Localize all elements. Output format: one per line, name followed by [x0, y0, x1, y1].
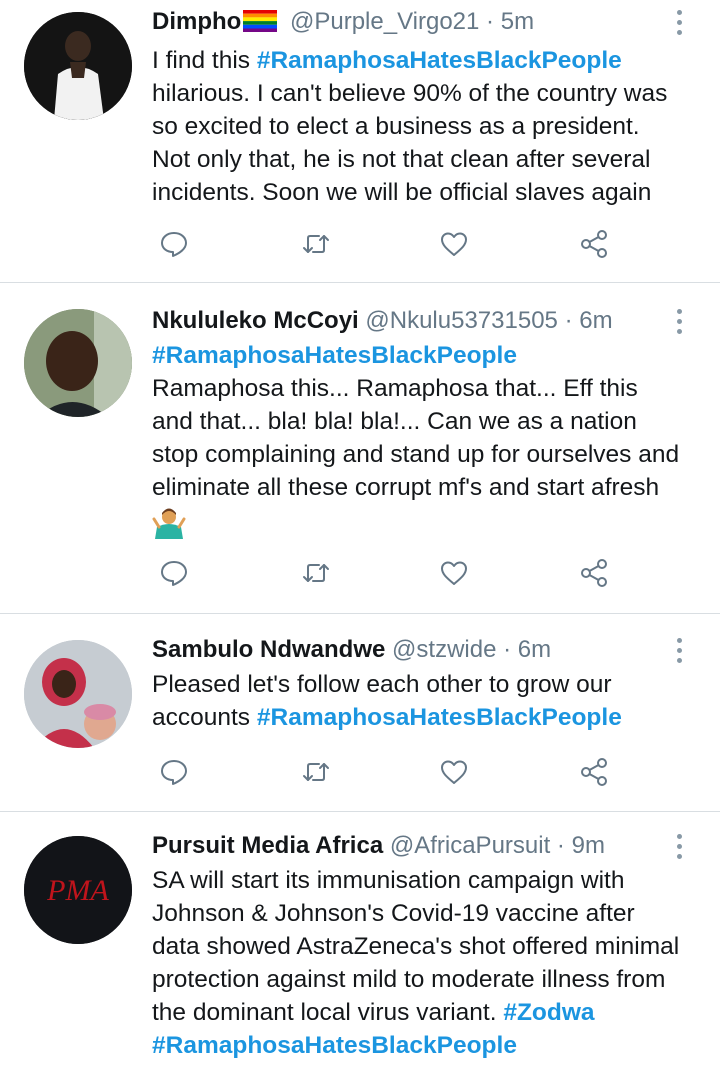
tweet-text: SA will start its immunisation campaign … [152, 864, 680, 1062]
avatar[interactable] [24, 12, 132, 120]
hashtag-link[interactable]: #RamaphosaHatesBlackPeople [257, 47, 622, 74]
tweet-header: Sambulo Ndwandwe @stzwide · 6m [152, 634, 680, 666]
profile-photo [24, 12, 132, 120]
author-handle[interactable]: @stzwide [392, 636, 496, 663]
retweet-icon[interactable] [296, 224, 336, 264]
hashtag-link[interactable]: #RamaphosaHatesBlackPeople [152, 342, 517, 369]
tweet[interactable]: PMA Pursuit Media Africa @AfricaPursuit … [0, 812, 720, 1067]
separator-dot: · [486, 8, 495, 35]
retweet-icon[interactable] [296, 752, 336, 792]
tweet-actions [152, 224, 632, 264]
svg-text:PMA: PMA [46, 874, 109, 907]
share-icon[interactable] [574, 553, 614, 593]
hashtag-link[interactable]: #Zodwa [503, 999, 594, 1026]
share-icon[interactable] [574, 752, 614, 792]
retweet-icon[interactable] [296, 553, 336, 593]
timestamp[interactable]: 6m [518, 636, 551, 663]
avatar[interactable] [24, 640, 132, 748]
tweet-text: I find this #RamaphosaHatesBlackPeople h… [152, 44, 680, 209]
tweet-actions [152, 553, 632, 593]
tweet-text: Pleased let's follow each other to grow … [152, 668, 680, 734]
tweet[interactable]: Sambulo Ndwandwe @stzwide · 6m Pleased l… [0, 614, 720, 812]
pma-logo: PMA [24, 836, 132, 944]
reply-icon[interactable] [154, 752, 194, 792]
tweet-header: Dimpho @Purple_Virgo21 · 5m [152, 6, 680, 38]
author-handle[interactable]: @AfricaPursuit [390, 832, 550, 859]
author-name[interactable]: Sambulo Ndwandwe [152, 636, 385, 663]
separator-dot: · [556, 832, 565, 859]
tweet[interactable]: Dimpho @Purple_Virgo21 · 5m I find this … [0, 0, 720, 283]
rainbow-flag-icon [243, 10, 278, 32]
separator-dot: · [503, 636, 512, 663]
more-options-icon[interactable] [672, 10, 686, 35]
tweet-actions [152, 752, 632, 792]
avatar[interactable]: PMA [24, 836, 132, 944]
timestamp[interactable]: 9m [572, 832, 605, 859]
more-options-icon[interactable] [672, 309, 686, 334]
tweet[interactable]: Nkululeko McCoyi @Nkulu53731505 · 6m #Ra… [0, 283, 720, 614]
text-segment: Ramaphosa this... Ramaphosa that... Eff … [152, 375, 686, 501]
timestamp[interactable]: 6m [579, 307, 612, 334]
separator-dot: · [564, 307, 573, 334]
like-icon[interactable] [434, 752, 474, 792]
text-segment: I find this [152, 47, 257, 74]
profile-photo [24, 640, 132, 748]
text-segment: SA will start its immunisation campaign … [152, 867, 686, 1026]
like-icon[interactable] [434, 224, 474, 264]
person-shrugging-emoji-icon [152, 508, 186, 539]
more-options-icon[interactable] [672, 638, 686, 663]
reply-icon[interactable] [154, 553, 194, 593]
tweet-header: Nkululeko McCoyi @Nkulu53731505 · 6m [152, 305, 680, 337]
author-name[interactable]: Dimpho [152, 8, 241, 35]
hashtag-link[interactable]: #RamaphosaHatesBlackPeople [257, 704, 622, 731]
like-icon[interactable] [434, 553, 474, 593]
share-icon[interactable] [574, 224, 614, 264]
timestamp[interactable]: 5m [501, 8, 534, 35]
author-name[interactable]: Nkululeko McCoyi [152, 307, 359, 334]
author-name[interactable]: Pursuit Media Africa [152, 832, 383, 859]
author-handle[interactable]: @Purple_Virgo21 [290, 8, 479, 35]
more-options-icon[interactable] [672, 834, 686, 859]
reply-icon[interactable] [154, 224, 194, 264]
avatar[interactable] [24, 309, 132, 417]
author-handle[interactable]: @Nkulu53731505 [365, 307, 558, 334]
tweet-text: #RamaphosaHatesBlackPeople Ramaphosa thi… [152, 339, 680, 539]
tweet-header: Pursuit Media Africa @AfricaPursuit · 9m [152, 830, 680, 862]
hashtag-link[interactable]: #RamaphosaHatesBlackPeople [152, 1032, 517, 1059]
profile-photo [24, 309, 132, 417]
